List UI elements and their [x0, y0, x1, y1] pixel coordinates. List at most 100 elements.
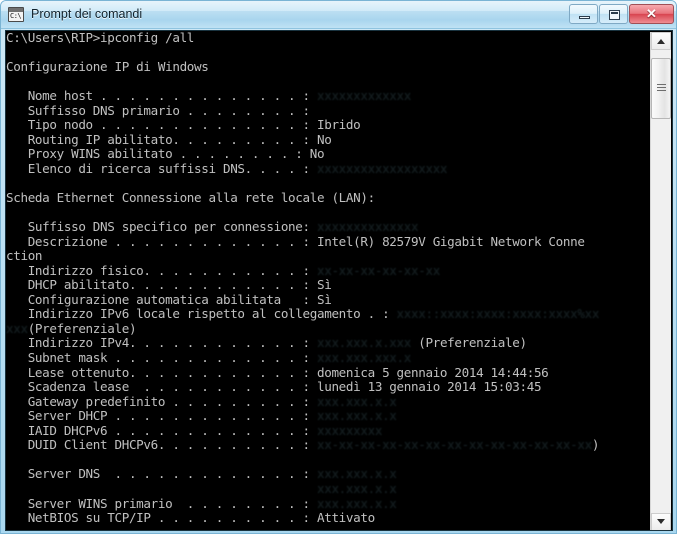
maximize-icon	[609, 10, 620, 20]
console-label: Configurazione automatica abilitata :	[6, 291, 317, 307]
console-line: Lease ottenuto. . . . . . . . . . . . : …	[6, 364, 651, 381]
redacted-value: xxx.xxx.x.xxx	[316, 335, 412, 351]
redacted-value: xx-xx-xx-xx-xx-xx-xx-xx-xx-xx-xx-xx-xx	[316, 437, 592, 453]
scrollbar-thumb[interactable]	[651, 58, 671, 119]
console-line: Subnet mask . . . . . . . . . . . . . : …	[6, 350, 651, 366]
console-line: Scheda Ethernet Connessione alla rete lo…	[6, 190, 651, 206]
console-label: Subnet mask . . . . . . . . . . . . . :	[6, 350, 317, 366]
console-label: Elenco di ricerca suffissi DNS. . . . :	[6, 160, 317, 176]
close-icon: ✕	[646, 6, 657, 21]
console-value: lunedì 13 gennaio 2014 15:03:45	[316, 379, 542, 395]
scroll-down-button[interactable]	[651, 513, 671, 530]
console-text: Configurazione IP di Windows	[6, 59, 209, 75]
console-client-area[interactable]: C:\Users\RIP>ipconfig /all Configurazion…	[5, 30, 673, 531]
redacted-value: xxx.xxx.x.x	[316, 466, 397, 482]
console-line: Nome host . . . . . . . . . . . . . . : …	[6, 88, 651, 104]
maximize-button[interactable]	[599, 4, 628, 24]
console-line: Suffisso DNS primario . . . . . . . . :	[6, 102, 651, 119]
console-value-suffix: )	[591, 437, 600, 453]
console-label: DUID Client DHCPv6. . . . . . . . . . :	[6, 437, 317, 453]
console-line: Tipo nodo . . . . . . . . . . . . . . : …	[6, 118, 651, 133]
console-line: C:\Users\RIP>ipconfig /all	[6, 31, 651, 46]
console-line: DUID Client DHCPv6. . . . . . . . . . : …	[6, 438, 651, 453]
console-value: Attivato	[316, 510, 375, 526]
console-line: Routing IP abilitato. . . . . . . . . : …	[6, 131, 651, 148]
console-line: Descrizione . . . . . . . . . . . . . : …	[6, 233, 651, 250]
redacted-value: xxxxxxxxxxxxxxxxxx	[316, 160, 448, 176]
redacted-value: xxxx::xxxx:xxxx:xxxx:xxxx%xx	[396, 306, 600, 322]
console-icon: C:\	[8, 7, 24, 22]
console-line: Configurazione IP di Windows	[6, 59, 651, 75]
console-line: Indirizzo IPv6 locale rispetto al colleg…	[6, 307, 651, 322]
caption-button-group: ✕	[569, 4, 674, 25]
minimize-icon	[579, 16, 590, 19]
redacted-value: xxxxxxxxx	[316, 422, 383, 438]
console-line: Indirizzo fisico. . . . . . . . . . . : …	[6, 262, 651, 279]
console-value: domenica 5 gennaio 2014 14:44:56	[316, 364, 549, 380]
console-label: Suffisso DNS specifico per connessione:	[6, 219, 317, 235]
console-output[interactable]: C:\Users\RIP>ipconfig /all Configurazion…	[6, 31, 651, 530]
console-label: Gateway predefinito . . . . . . . . . :	[6, 393, 317, 409]
console-text: (Preferenziale)	[27, 320, 137, 336]
console-value: No	[309, 146, 325, 162]
console-label: Server DNS . . . . . . . . . . . . . :	[6, 466, 317, 482]
redacted-value: xxxxxxxxxxxxx	[316, 88, 412, 104]
console-scrollbar[interactable]	[650, 32, 671, 530]
console-line: ction	[6, 248, 651, 264]
redacted-value: xxx	[6, 320, 28, 336]
chevron-up-icon	[657, 39, 665, 44]
console-label: Indirizzo IPv6 locale rispetto al colleg…	[6, 306, 397, 322]
console-label	[6, 481, 317, 496]
console-line: NetBIOS su TCP/IP . . . . . . . . . . : …	[6, 510, 651, 526]
console-label: Descrizione . . . . . . . . . . . . . :	[6, 233, 317, 249]
console-value: No	[316, 131, 332, 147]
console-value: Ibrido	[316, 117, 361, 133]
redacted-value: xx-xx-xx-xx-xx-xx	[316, 262, 440, 278]
console-label: IAID DHCPv6 . . . . . . . . . . . . . :	[6, 422, 317, 438]
console-line: Elenco di ricerca suffissi DNS. . . . : …	[6, 160, 651, 177]
console-label: Lease ottenuto. . . . . . . . . . . . :	[6, 364, 317, 380]
chevron-down-icon	[657, 519, 665, 524]
close-button[interactable]: ✕	[629, 4, 674, 24]
minimize-button[interactable]	[569, 4, 598, 24]
console-line: DHCP abilitato. . . . . . . . . . . . : …	[6, 278, 651, 293]
redacted-value: xxx.xxx.x.x	[316, 393, 397, 409]
console-line: Scadenza lease . . . . . . . . . . . : l…	[6, 379, 651, 395]
redacted-value: xxx.xxx.xxx.x	[316, 350, 412, 366]
console-line: Proxy WINS abilitato . . . . . . . . : N…	[6, 147, 651, 162]
console-label: Indirizzo IPv4. . . . . . . . . . . . :	[6, 335, 317, 351]
console-text: ction	[6, 248, 43, 264]
console-label: Server WINS primario . . . . . . . . :	[6, 495, 317, 511]
title-bar[interactable]: C:\ Prompt dei comandi ✕	[1, 1, 676, 29]
scrollbar-grip-icon	[657, 83, 666, 94]
console-line: Server WINS primario . . . . . . . . : x…	[6, 495, 651, 512]
window-title: Prompt dei comandi	[31, 7, 143, 21]
redacted-value: xxx.xxx.x.x	[316, 480, 397, 496]
console-line: Suffisso DNS specifico per connessione: …	[6, 219, 651, 235]
console-label: Scadenza lease . . . . . . . . . . . :	[6, 379, 317, 395]
console-value-suffix: (Preferenziale)	[411, 335, 527, 351]
console-value: Sì	[316, 291, 332, 307]
console-text: C:\Users\RIP>ipconfig /all	[6, 31, 195, 45]
redacted-value: xxxxxxxxxxxxxx	[316, 219, 419, 235]
console-label: Suffisso DNS primario . . . . . . . . :	[6, 102, 317, 118]
command-prompt-window: C:\ Prompt dei comandi ✕ C:\Users\RIP>ip…	[0, 0, 677, 534]
console-label: Indirizzo fisico. . . . . . . . . . . :	[6, 262, 317, 278]
console-label: Proxy WINS abilitato . . . . . . . . :	[6, 146, 310, 162]
console-line: Server DHCP . . . . . . . . . . . . . : …	[6, 408, 651, 424]
console-line: Server DNS . . . . . . . . . . . . . : x…	[6, 467, 651, 482]
console-text: Scheda Ethernet Connessione alla rete lo…	[6, 190, 375, 206]
console-label: Tipo nodo . . . . . . . . . . . . . . :	[6, 117, 317, 133]
console-value: Intel(R) 82579V Gigabit Network Conne	[316, 233, 585, 249]
scroll-up-button[interactable]	[651, 32, 671, 50]
console-label: Routing IP abilitato. . . . . . . . . :	[6, 131, 317, 147]
redacted-value: xxx.xxx.x.x	[316, 495, 397, 511]
console-label: NetBIOS su TCP/IP . . . . . . . . . . :	[6, 510, 317, 526]
scrollbar-track[interactable]	[651, 50, 671, 513]
redacted-value: xxx.xxx.x.x	[316, 408, 397, 424]
